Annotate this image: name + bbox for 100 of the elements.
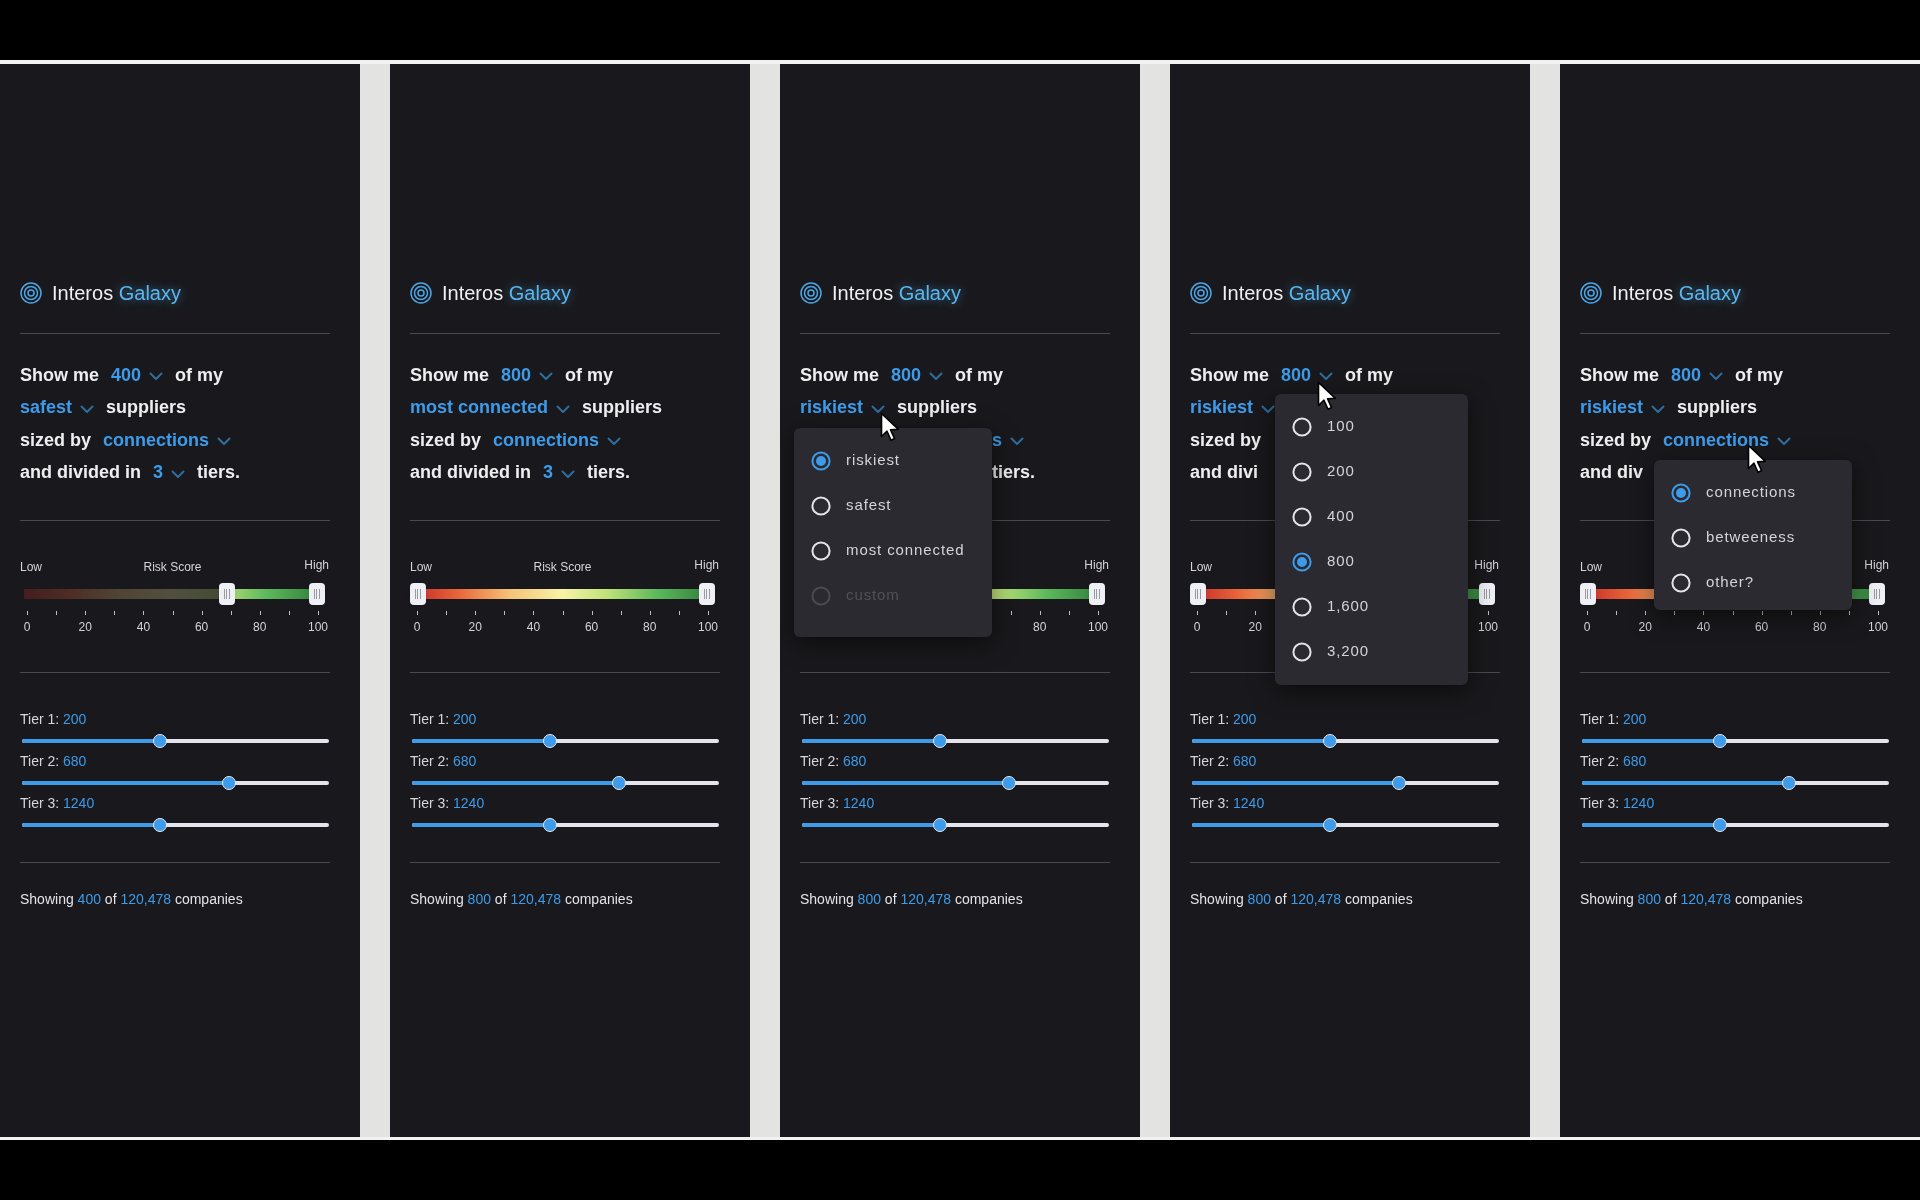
tick-label: 20 — [468, 619, 482, 636]
menu-option[interactable]: most connected — [794, 528, 992, 573]
tick-label: 100 — [698, 619, 718, 636]
sentence-text: suppliers — [582, 396, 663, 420]
sentence-text: sized by — [1580, 428, 1652, 452]
sentence-text: sized by — [410, 428, 482, 452]
sentence-text: suppliers — [897, 396, 978, 420]
tier-label: Tier 2: 680 — [410, 752, 477, 770]
tier-label: Tier 2: 680 — [800, 752, 867, 770]
dropdown[interactable]: connections — [1663, 426, 1792, 454]
sentence-text: Show me — [1190, 363, 1269, 387]
tier-label: Tier 1: 200 — [20, 710, 87, 728]
slider-title: Risk Score — [533, 559, 592, 576]
dropdown[interactable]: safest — [20, 394, 95, 422]
dropdown[interactable]: connections — [493, 426, 622, 454]
high-label: High — [1474, 557, 1499, 574]
dropdown[interactable]: 400 — [111, 361, 164, 389]
app-title: Interos Galaxy — [1612, 281, 1741, 306]
sentence-text: Show me — [20, 363, 99, 387]
sentence-text: and divi — [1190, 461, 1258, 485]
tier-label: Tier 1: 200 — [1580, 710, 1647, 728]
slider-title: Risk Score — [143, 559, 202, 576]
dropdown[interactable]: 800 — [501, 361, 554, 389]
menu-option[interactable]: 200 — [1275, 449, 1468, 494]
sentence-text: tiers. — [197, 461, 241, 485]
tick-label: 20 — [1248, 619, 1262, 636]
tick-label: 40 — [1696, 619, 1711, 636]
sentence-text: of my — [955, 363, 1004, 387]
status-text: Showing 800 of 120,478 companies — [1580, 890, 1803, 909]
tick-label: 60 — [584, 619, 599, 636]
low-label: Low — [20, 559, 42, 576]
sentence-text: of my — [565, 363, 614, 387]
tick-label: 100 — [308, 619, 328, 636]
menu-option[interactable]: 3,200 — [1275, 629, 1468, 674]
low-label: Low — [410, 559, 432, 576]
tick-label: 40 — [526, 619, 541, 636]
dropdown[interactable]: 800 — [1281, 361, 1334, 389]
tick-label: 0 — [1193, 619, 1201, 636]
menu-option[interactable]: safest — [794, 483, 992, 528]
tick-label: 20 — [1638, 619, 1652, 636]
menu-option[interactable]: riskiest — [794, 438, 992, 483]
tick-label: 80 — [643, 619, 657, 636]
dropdown[interactable]: connections — [103, 426, 232, 454]
high-label: High — [694, 557, 719, 574]
tier-label: Tier 3: 1240 — [410, 794, 485, 812]
tier-label: Tier 3: 1240 — [1190, 794, 1265, 812]
sentence-text: and divided in — [20, 461, 141, 485]
high-label: High — [1084, 557, 1109, 574]
dropdown[interactable]: 3 — [543, 459, 576, 487]
tier-label: Tier 2: 680 — [20, 752, 87, 770]
tier-label: Tier 3: 1240 — [20, 794, 95, 812]
menu-option[interactable]: 100 — [1275, 404, 1468, 449]
status-text: Showing 800 of 120,478 companies — [1190, 890, 1413, 909]
menu-option[interactable]: 1,600 — [1275, 584, 1468, 629]
menu-option[interactable]: betweeness — [1654, 515, 1852, 560]
tick-label: 0 — [23, 619, 31, 636]
tick-label: 100 — [1868, 619, 1888, 636]
tier-label: Tier 1: 200 — [410, 710, 477, 728]
tier-label: Tier 3: 1240 — [1580, 794, 1655, 812]
status-text: Showing 400 of 120,478 companies — [20, 890, 243, 909]
menu-option[interactable]: other? — [1654, 560, 1852, 605]
sentence-text: sized by — [20, 428, 92, 452]
tier-label: Tier 1: 200 — [1190, 710, 1257, 728]
dropdown[interactable]: s — [992, 426, 1024, 454]
sentence-text: suppliers — [1677, 396, 1758, 420]
dropdown[interactable]: riskiest — [800, 394, 886, 422]
high-label: High — [1864, 557, 1889, 574]
menu-option[interactable]: 800 — [1275, 539, 1468, 584]
tier-label: Tier 1: 200 — [800, 710, 867, 728]
sentence-text: of my — [175, 363, 224, 387]
menu-option[interactable]: 400 — [1275, 494, 1468, 539]
tick-label: 60 — [1754, 619, 1769, 636]
tier-label: Tier 2: 680 — [1580, 752, 1647, 770]
app-title: Interos Galaxy — [52, 281, 181, 306]
dropdown[interactable]: 800 — [1671, 361, 1724, 389]
tier-label: Tier 3: 1240 — [800, 794, 875, 812]
tick-label: 80 — [1813, 619, 1827, 636]
status-text: Showing 800 of 120,478 companies — [410, 890, 633, 909]
tick-label: 20 — [78, 619, 92, 636]
sentence-text: suppliers — [106, 396, 187, 420]
low-label: Low — [1580, 559, 1602, 576]
tick-label: 80 — [1033, 619, 1047, 636]
sentence-text: and div — [1580, 461, 1643, 485]
dropdown[interactable]: 3 — [153, 459, 186, 487]
high-label: High — [304, 557, 329, 574]
sentence-text: of my — [1735, 363, 1784, 387]
dropdown[interactable]: riskiest — [1190, 394, 1276, 422]
tick-label: 40 — [136, 619, 151, 636]
dropdown[interactable]: 800 — [891, 361, 944, 389]
app-title: Interos Galaxy — [442, 281, 571, 306]
status-text: Showing 800 of 120,478 companies — [800, 890, 1023, 909]
dropdown[interactable]: riskiest — [1580, 394, 1666, 422]
dropdown[interactable]: most connected — [410, 394, 571, 422]
tick-label: 0 — [1583, 619, 1591, 636]
tick-label: 100 — [1088, 619, 1108, 636]
sentence-text: Show me — [1580, 363, 1659, 387]
menu-option[interactable]: connections — [1654, 470, 1852, 515]
tick-label: 80 — [253, 619, 267, 636]
app-title: Interos Galaxy — [1222, 281, 1351, 306]
sentence-text: tiers. — [992, 461, 1036, 485]
